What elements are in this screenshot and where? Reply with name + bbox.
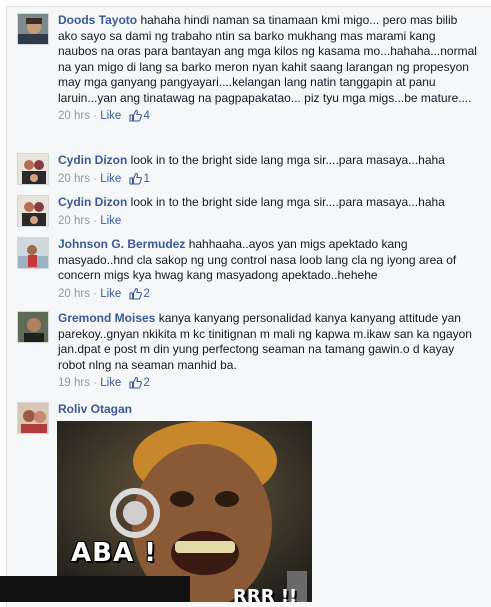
comment-timestamp[interactable]: 20 hrs [58,215,90,227]
comment-author[interactable]: Doods Tayoto [58,13,137,27]
like-link[interactable]: Like [100,288,121,300]
overlay-bar [0,576,190,602]
comment-meta: 20 hrs · Like 1 [58,171,477,190]
comment-item: Cydin Dizon look in to the bright side l… [17,153,477,189]
comment-timestamp[interactable]: 20 hrs [58,173,90,185]
comment-meta: 20 hrs · Like 4 [58,108,477,127]
like-count[interactable]: 2 [144,377,150,389]
comment-text: look in to the bright side lang mga sir.… [130,153,445,167]
like-count[interactable]: 4 [144,110,150,122]
comment-author[interactable]: Cydin Dizon [58,195,127,209]
like-link[interactable]: Like [100,173,121,185]
comment-timestamp[interactable]: 20 hrs [58,110,90,122]
comment-item: Cydin Dizon look in to the bright side l… [17,195,477,231]
like-link[interactable]: Like [100,110,121,122]
comment-timestamp[interactable]: 19 hrs [58,377,90,389]
avatar[interactable] [17,13,49,45]
comment-timestamp[interactable]: 20 hrs [58,288,90,300]
avatar[interactable] [17,195,49,227]
comment-meta: 20 hrs · Like 2 [58,286,477,305]
like-link[interactable]: Like [100,215,121,227]
thumbs-up-icon[interactable] [128,376,142,394]
avatar[interactable] [17,237,49,269]
comment-text: look in to the bright side lang mga sir.… [130,195,445,209]
like-link[interactable]: Like [100,377,121,389]
thumbs-up-icon[interactable] [128,287,142,305]
thumbs-up-icon[interactable] [128,109,142,127]
comment-item: Doods Tayoto hahaha hindi naman sa tinam… [17,13,477,143]
comment-author[interactable]: Gremond Moises [58,311,155,325]
like-count[interactable]: 1 [144,173,150,185]
avatar[interactable] [17,402,49,434]
comment-author[interactable]: Cydin Dizon [58,153,127,167]
comment-item: Johnson G. Bermudez hahhaaha..ayos yan m… [17,237,477,303]
comment-meta: 19 hrs · Like 2 [58,375,477,394]
comment-author[interactable]: Roliv Otagan [58,402,132,416]
comment-item: Gremond Moises kanya kanyang personalida… [17,311,477,393]
comment-meta: 20 hrs · Like [58,214,122,227]
thumbs-up-icon[interactable] [128,172,142,190]
like-count[interactable]: 2 [144,288,150,300]
photo-caption-secondary: RRR !! [233,586,298,602]
comment-author[interactable]: Johnson G. Bermudez [58,237,185,251]
photo-caption: ABA ! [71,538,157,568]
comment-photo[interactable]: ABA ! RRR !! [57,421,312,602]
avatar[interactable] [17,153,49,185]
avatar[interactable] [17,311,49,343]
